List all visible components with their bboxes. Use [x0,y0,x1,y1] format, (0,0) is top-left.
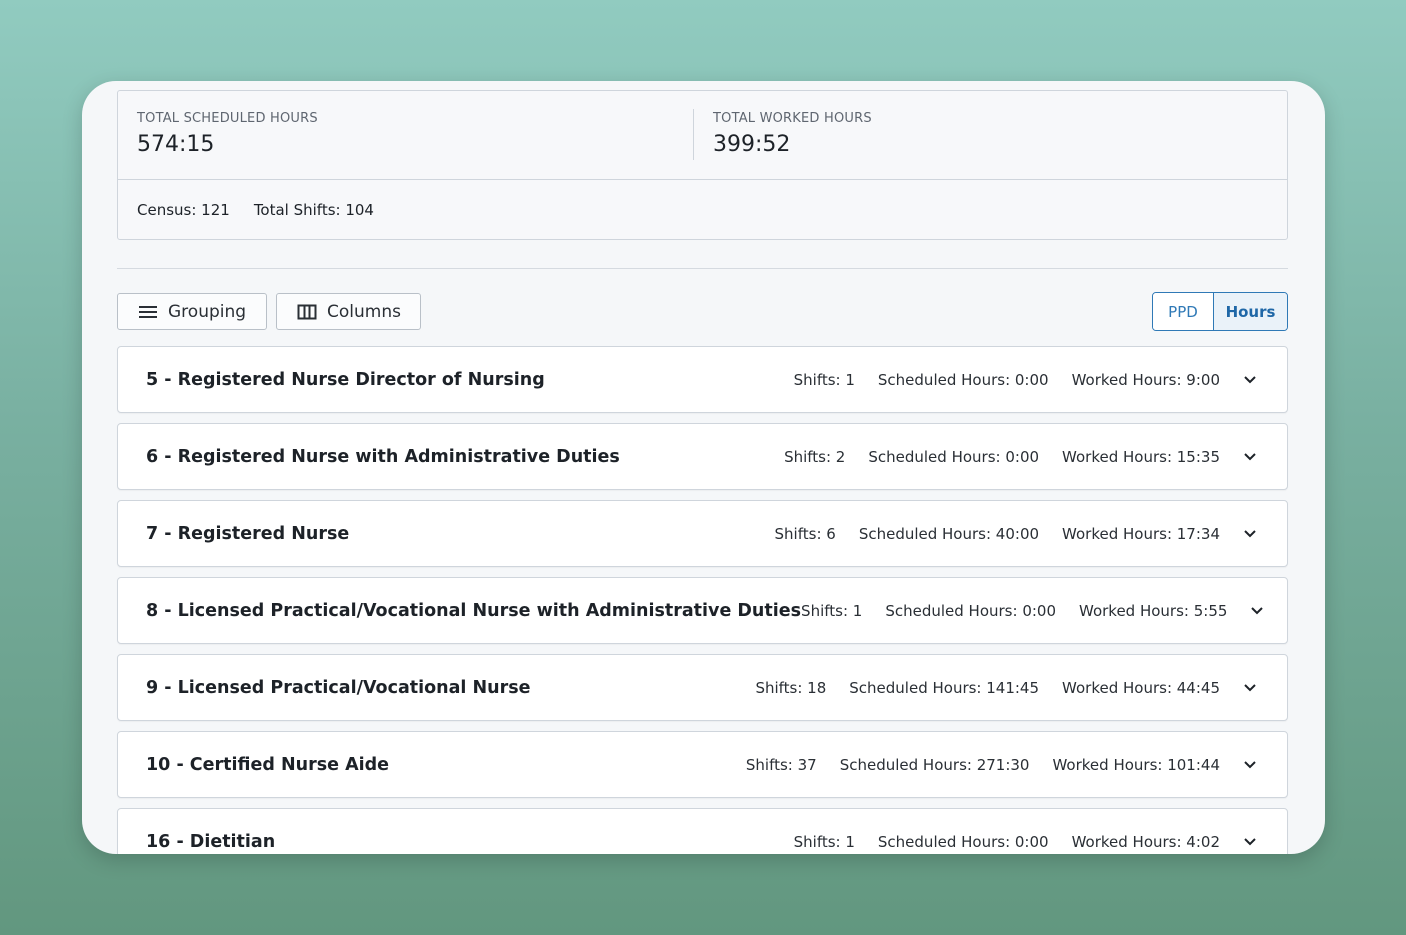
group-shifts: Shifts: 1 [801,601,863,620]
group-scheduled-hours: Scheduled Hours: 271:30 [839,755,1030,774]
summary-totals: TOTAL SCHEDULED HOURS 574:15 TOTAL WORKE… [118,91,1287,180]
group-worked-hours: Worked Hours: 17:34 [1062,524,1220,543]
chevron-down-icon[interactable] [1243,373,1257,387]
group-shifts: Shifts: 1 [793,370,855,389]
group-stats: Shifts: 2 Scheduled Hours: 0:00 Worked H… [784,448,1257,466]
group-shifts: Shifts: 1 [793,832,855,851]
chevron-down-icon[interactable] [1243,527,1257,541]
group-shifts: Shifts: 37 [745,755,817,774]
group-row[interactable]: 8 - Licensed Practical/Vocational Nurse … [117,577,1288,644]
group-scheduled-hours: Scheduled Hours: 0:00 [885,601,1056,620]
group-scheduled-hours: Scheduled Hours: 141:45 [849,678,1040,697]
census-count: Census: 121 [137,201,230,219]
chevron-down-icon[interactable] [1243,758,1257,772]
group-worked-hours: Worked Hours: 5:55 [1079,601,1228,620]
group-stats: Shifts: 1 Scheduled Hours: 0:00 Worked H… [794,833,1257,851]
group-row[interactable]: 5 - Registered Nurse Director of Nursing… [117,346,1288,413]
group-scheduled-hours: Scheduled Hours: 40:00 [858,524,1040,543]
columns-label: Columns [327,301,401,322]
worked-hours-label: TOTAL WORKED HOURS [713,111,872,126]
group-worked-hours: Worked Hours: 15:35 [1062,447,1220,466]
group-worked-hours: Worked Hours: 4:02 [1071,832,1220,851]
group-row[interactable]: 16 - Dietitian Shifts: 1 Scheduled Hours… [117,808,1288,854]
group-scheduled-hours: Scheduled Hours: 0:00 [877,370,1049,389]
group-stats: Shifts: 37 Scheduled Hours: 271:30 Worke… [746,756,1257,774]
columns-button[interactable]: Columns [276,293,421,330]
scheduled-hours-value: 574:15 [137,132,215,157]
list-icon [138,304,158,320]
group-scheduled-hours: Scheduled Hours: 0:00 [877,832,1049,851]
group-worked-hours: Worked Hours: 9:00 [1071,370,1220,389]
worked-hours-value: 399:52 [713,132,791,157]
group-title: 9 - Licensed Practical/Vocational Nurse [146,677,531,698]
grouping-label: Grouping [168,301,247,322]
group-row[interactable]: 6 - Registered Nurse with Administrative… [117,423,1288,490]
chevron-down-icon[interactable] [1243,835,1257,849]
group-shifts: Shifts: 18 [755,678,827,697]
summary-counts: Census: 121 Total Shifts: 104 [118,180,1287,240]
toggle-ppd[interactable]: PPD [1153,293,1214,330]
scheduled-hours-label: TOTAL SCHEDULED HOURS [137,111,318,126]
group-stats: Shifts: 1 Scheduled Hours: 0:00 Worked H… [794,371,1257,389]
group-title: 6 - Registered Nurse with Administrative… [146,446,620,467]
group-title: 5 - Registered Nurse Director of Nursing [146,369,545,390]
group-row[interactable]: 9 - Licensed Practical/Vocational Nurse … [117,654,1288,721]
staffing-card: TOTAL SCHEDULED HOURS 574:15 TOTAL WORKE… [82,81,1325,854]
chevron-down-icon[interactable] [1243,450,1257,464]
chevron-down-icon[interactable] [1250,604,1264,618]
group-worked-hours: Worked Hours: 101:44 [1052,755,1220,774]
view-toggle: PPD Hours [1152,292,1288,331]
group-row[interactable]: 7 - Registered Nurse Shifts: 6 Scheduled… [117,500,1288,567]
group-worked-hours: Worked Hours: 44:45 [1062,678,1220,697]
scheduled-hours-stat: TOTAL SCHEDULED HOURS 574:15 [137,111,318,157]
grouping-button[interactable]: Grouping [117,293,267,330]
group-title: 8 - Licensed Practical/Vocational Nurse … [146,600,802,621]
group-title: 7 - Registered Nurse [146,523,350,544]
group-row[interactable]: 10 - Certified Nurse Aide Shifts: 37 Sch… [117,731,1288,798]
worked-hours-stat: TOTAL WORKED HOURS 399:52 [713,111,872,157]
group-stats: Shifts: 6 Scheduled Hours: 40:00 Worked … [775,525,1257,543]
group-scheduled-hours: Scheduled Hours: 0:00 [868,447,1040,466]
group-stats: Shifts: 1 Scheduled Hours: 0:00 Worked H… [801,602,1264,620]
columns-icon [297,304,317,320]
chevron-down-icon[interactable] [1243,681,1257,695]
group-title: 16 - Dietitian [146,831,276,852]
group-shifts: Shifts: 2 [784,447,846,466]
section-divider [117,268,1288,269]
total-shifts-count: Total Shifts: 104 [253,201,374,219]
stat-divider [693,109,694,160]
group-stats: Shifts: 18 Scheduled Hours: 141:45 Worke… [755,679,1257,697]
group-title: 10 - Certified Nurse Aide [146,754,390,775]
group-shifts: Shifts: 6 [774,524,836,543]
toggle-hours[interactable]: Hours [1214,293,1287,330]
summary-panel: TOTAL SCHEDULED HOURS 574:15 TOTAL WORKE… [117,90,1288,240]
